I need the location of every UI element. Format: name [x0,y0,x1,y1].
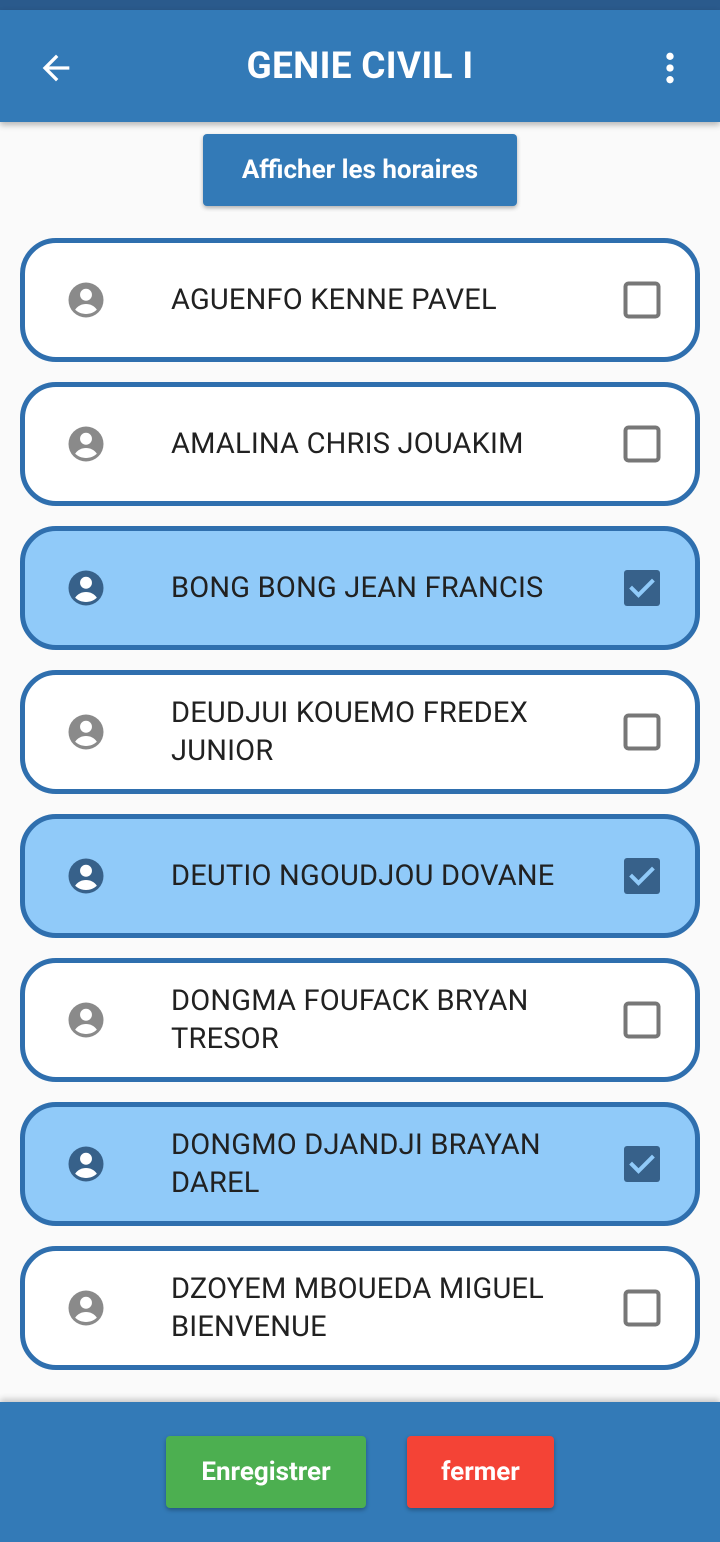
student-card[interactable]: DEUDJUI KOUEMO FREDEX JUNIOR [20,670,700,794]
checkbox-icon[interactable] [623,1145,661,1183]
account-circle-icon [68,1002,104,1038]
account-circle-icon [68,858,104,894]
account-circle-icon [68,570,104,606]
account-circle-icon [68,1146,104,1182]
bottom-action-bar: Enregistrer fermer [0,1402,720,1542]
checkbox-icon[interactable] [623,569,661,607]
show-hours-button[interactable]: Afficher les horaires [203,134,517,206]
student-name: DZOYEM MBOUEDA MIGUEL BIENVENUE [171,1272,545,1344]
back-button[interactable] [34,46,78,90]
checkbox-icon[interactable] [623,1289,661,1327]
student-card[interactable]: DONGMO DJANDJI BRAYAN DAREL [20,1102,700,1226]
student-card[interactable]: AGUENFO KENNE PAVEL [20,238,700,362]
student-name: DONGMA FOUFACK BRYAN TRESOR [171,984,529,1056]
student-list: AGUENFO KENNE PAVEL AMALINA CHRIS JOUAKI… [20,238,700,1390]
student-card[interactable]: DZOYEM MBOUEDA MIGUEL BIENVENUE [20,1246,700,1370]
account-circle-icon [68,282,104,318]
account-circle-icon [68,714,104,750]
student-name: BONG BONG JEAN FRANCIS [171,571,544,605]
account-circle-icon [68,1290,104,1326]
student-card[interactable]: AMALINA CHRIS JOUAKIM [20,382,700,506]
checkbox-icon[interactable] [623,713,661,751]
status-bar-strip [0,0,720,10]
overflow-menu-button[interactable] [648,46,692,90]
student-name: DONGMO DJANDJI BRAYAN DAREL [171,1128,541,1200]
student-name: DEUDJUI KOUEMO FREDEX JUNIOR [171,696,528,768]
student-name: DEUTIO NGOUDJOU DOVANE [171,859,555,893]
student-card[interactable]: BONG BONG JEAN FRANCIS [20,526,700,650]
app-bar: GENIE CIVIL I [0,10,720,122]
student-card[interactable]: DONGMA FOUFACK BRYAN TRESOR [20,958,700,1082]
page-title: GENIE CIVIL I [246,44,474,88]
account-circle-icon [68,426,104,462]
student-name: AGUENFO KENNE PAVEL [171,283,497,317]
student-name: AMALINA CHRIS JOUAKIM [171,427,524,461]
arrow-back-icon [42,54,70,82]
save-button[interactable]: Enregistrer [166,1436,366,1508]
checkbox-icon[interactable] [623,425,661,463]
student-card[interactable]: DEUTIO NGOUDJOU DOVANE [20,814,700,938]
close-button[interactable]: fermer [407,1436,554,1508]
checkbox-icon[interactable] [623,857,661,895]
more-vert-icon [666,52,674,84]
checkbox-icon[interactable] [623,281,661,319]
checkbox-icon[interactable] [623,1001,661,1039]
